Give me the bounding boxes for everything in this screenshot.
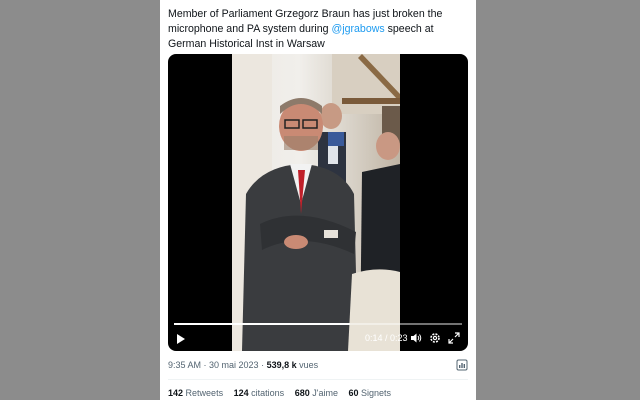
time-separator: / bbox=[382, 333, 391, 343]
quotes-label: citations bbox=[251, 388, 285, 398]
video-progress-fill bbox=[174, 323, 350, 325]
likes-label: J'aime bbox=[312, 388, 338, 398]
analytics-icon[interactable] bbox=[456, 359, 468, 371]
volume-icon[interactable] bbox=[410, 332, 422, 344]
video-player[interactable]: 0:14 / 0:23 bbox=[168, 54, 468, 351]
tweet-text: Member of Parliament Grzegorz Braun has … bbox=[168, 7, 470, 52]
quotes-count: 124 bbox=[233, 388, 249, 398]
views-label: vues bbox=[299, 360, 319, 370]
tweet-stats: 142 Retweets 124 citations 680 J'aime 60… bbox=[168, 388, 399, 398]
quotes-stat[interactable]: 124 citations bbox=[234, 388, 285, 398]
tweet-time[interactable]: 9:35 AM bbox=[168, 360, 201, 370]
video-progress-bar[interactable] bbox=[174, 323, 462, 325]
meta-dot: · bbox=[201, 360, 210, 370]
video-still-image bbox=[232, 54, 400, 351]
tweet-meta: 9:35 AM · 30 mai 2023 · 539,8 k vues bbox=[168, 360, 318, 370]
current-time: 0:14 bbox=[365, 333, 383, 343]
likes-count: 680 bbox=[294, 388, 310, 398]
duration: 0:23 bbox=[390, 333, 408, 343]
likes-stat[interactable]: 680 J'aime bbox=[295, 388, 338, 398]
bookmarks-count: 60 bbox=[348, 388, 359, 398]
play-icon[interactable] bbox=[177, 334, 185, 344]
divider bbox=[168, 379, 468, 380]
views-count: 539,8 k bbox=[266, 360, 297, 370]
settings-gear-icon[interactable] bbox=[429, 332, 441, 344]
meta-dot: · bbox=[258, 360, 267, 370]
video-frame[interactable] bbox=[232, 54, 400, 351]
retweets-label: Retweets bbox=[185, 388, 224, 398]
mention-link[interactable]: @jgrabows bbox=[332, 23, 385, 35]
tweet-card: Member of Parliament Grzegorz Braun has … bbox=[160, 0, 476, 400]
retweets-count: 142 bbox=[168, 388, 184, 398]
tweet-date[interactable]: 30 mai 2023 bbox=[209, 360, 259, 370]
retweets-stat[interactable]: 142 Retweets bbox=[168, 388, 223, 398]
fullscreen-icon[interactable] bbox=[448, 332, 460, 344]
video-controls: 0:14 / 0:23 bbox=[168, 330, 468, 350]
bookmarks-stat[interactable]: 60 Signets bbox=[348, 388, 391, 398]
bookmarks-label: Signets bbox=[361, 388, 392, 398]
video-time: 0:14 / 0:23 bbox=[365, 333, 408, 343]
